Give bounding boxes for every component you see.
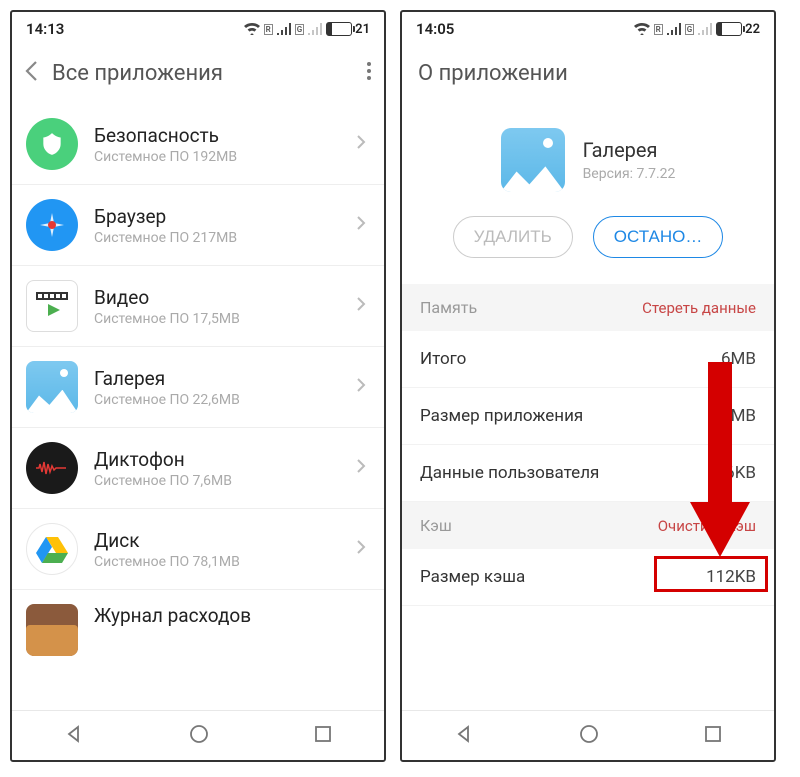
net-g-badge: G (295, 24, 304, 35)
chevron-right-icon (356, 377, 366, 397)
app-row-expenses[interactable]: Журнал расходов (12, 590, 384, 656)
app-sub: Системное ПО 192MB (94, 149, 340, 165)
app-sub: Системное ПО 22,6MB (94, 392, 340, 408)
app-list[interactable]: Безопасность Системное ПО 192MB Браузер … (12, 100, 384, 710)
annotation-arrow (690, 362, 750, 566)
back-button[interactable] (24, 60, 38, 86)
square-recent-icon (704, 725, 722, 743)
phone-right: 14:05 R G 22 О приложении Галерея Версия… (400, 10, 776, 762)
app-name: Браузер (94, 205, 340, 228)
chevron-right-icon (356, 215, 366, 235)
nav-back-button[interactable] (454, 724, 474, 748)
triangle-back-icon (454, 724, 474, 744)
force-stop-button[interactable]: ОСТАНО… (593, 216, 724, 258)
security-icon (26, 118, 78, 170)
wifi-icon (634, 23, 650, 35)
kv-key: Размер приложения (420, 406, 583, 426)
recorder-icon (26, 442, 78, 494)
gallery-app-icon (501, 128, 565, 192)
section-label: Кэш (420, 516, 452, 535)
circle-home-icon (189, 724, 209, 744)
signal-icon (667, 23, 681, 35)
app-row-drive[interactable]: Диск Системное ПО 78,1MB (12, 509, 384, 590)
chevron-left-icon (24, 60, 38, 82)
battery-indicator: 21 (326, 22, 370, 37)
app-sub: Системное ПО 217MB (94, 230, 340, 246)
page-title: О приложении (418, 61, 762, 86)
status-time: 14:13 (26, 20, 64, 38)
header: О приложении (402, 46, 774, 100)
wifi-icon (244, 23, 260, 35)
triangle-back-icon (64, 724, 84, 744)
status-icons: R G 21 (244, 22, 370, 37)
annotation-highlight-box (654, 556, 768, 592)
nav-bar (402, 710, 774, 760)
net-r-badge: R (654, 24, 663, 35)
overflow-menu-button[interactable] (366, 61, 372, 85)
chevron-right-icon (356, 539, 366, 559)
nav-bar (12, 710, 384, 760)
drive-icon (26, 523, 78, 575)
app-name: Безопасность (94, 124, 340, 147)
app-row-video[interactable]: Видео Системное ПО 17,5MB (12, 266, 384, 347)
battery-indicator: 22 (716, 22, 760, 37)
browser-icon (26, 199, 78, 251)
status-bar: 14:13 R G 21 (12, 12, 384, 46)
page-title: Все приложения (52, 61, 352, 86)
square-recent-icon (314, 725, 332, 743)
kv-key: Итого (420, 349, 466, 369)
chevron-right-icon (356, 296, 366, 316)
video-icon (26, 280, 78, 332)
signal-icon-dim (698, 23, 712, 35)
app-name: Галерея (583, 138, 676, 162)
net-g-badge: G (685, 24, 694, 35)
memory-section-header: Память Стереть данные (402, 284, 774, 331)
wallet-icon (26, 604, 78, 656)
app-sub: Системное ПО 7,6MB (94, 473, 340, 489)
chevron-right-icon (356, 134, 366, 154)
battery-percent: 22 (745, 22, 760, 37)
app-row-security[interactable]: Безопасность Системное ПО 192MB (12, 100, 384, 185)
app-detail-header: Галерея Версия: 7.7.22 (402, 100, 774, 216)
app-row-browser[interactable]: Браузер Системное ПО 217MB (12, 185, 384, 266)
header: Все приложения (12, 46, 384, 100)
action-row: УДАЛИТЬ ОСТАНО… (402, 216, 774, 284)
app-sub: Системное ПО 78,1MB (94, 554, 340, 570)
section-label: Память (420, 298, 477, 317)
app-name: Диск (94, 529, 340, 552)
gallery-icon (26, 361, 78, 413)
app-version: Версия: 7.7.22 (583, 166, 676, 182)
app-name: Видео (94, 286, 340, 309)
signal-icon (277, 23, 291, 35)
nav-home-button[interactable] (189, 724, 209, 748)
dots-vertical-icon (366, 61, 372, 81)
nav-recent-button[interactable] (704, 725, 722, 747)
uninstall-button[interactable]: УДАЛИТЬ (453, 216, 573, 258)
clear-data-link[interactable]: Стереть данные (642, 299, 756, 317)
status-bar: 14:05 R G 22 (402, 12, 774, 46)
net-r-badge: R (264, 24, 273, 35)
battery-percent: 21 (355, 22, 370, 37)
circle-home-icon (579, 724, 599, 744)
app-row-recorder[interactable]: Диктофон Системное ПО 7,6MB (12, 428, 384, 509)
app-name: Галерея (94, 367, 340, 390)
app-name: Журнал расходов (94, 604, 366, 627)
app-row-gallery[interactable]: Галерея Системное ПО 22,6MB (12, 347, 384, 428)
status-icons: R G 22 (634, 22, 760, 37)
app-sub: Системное ПО 17,5MB (94, 311, 340, 327)
kv-key: Размер кэша (420, 567, 525, 587)
chevron-right-icon (356, 458, 366, 478)
nav-home-button[interactable] (579, 724, 599, 748)
signal-icon-dim (308, 23, 322, 35)
phone-left: 14:13 R G 21 Все приложения Без (10, 10, 386, 762)
kv-key: Данные пользователя (420, 463, 599, 483)
nav-recent-button[interactable] (314, 725, 332, 747)
app-name: Диктофон (94, 448, 340, 471)
status-time: 14:05 (416, 20, 454, 38)
nav-back-button[interactable] (64, 724, 84, 748)
